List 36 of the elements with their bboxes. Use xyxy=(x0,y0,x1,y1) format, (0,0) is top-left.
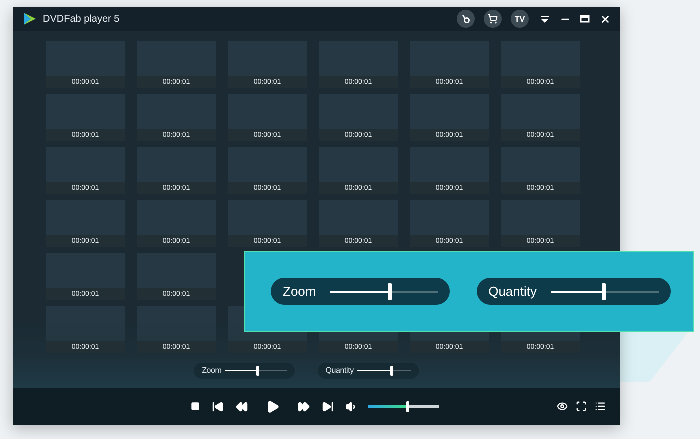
list-icon xyxy=(595,401,606,412)
fullscreen-icon xyxy=(576,401,587,412)
slider-thumb[interactable] xyxy=(406,401,410,412)
slider[interactable] xyxy=(551,283,659,300)
previous-icon xyxy=(212,400,224,412)
cart-icon xyxy=(488,14,498,24)
eye-icon xyxy=(557,401,568,412)
slider-thumb[interactable] xyxy=(388,283,392,300)
slider-thumb[interactable] xyxy=(256,366,260,376)
fullscreen-button[interactable] xyxy=(574,399,589,414)
mini-slider[interactable] xyxy=(224,366,287,376)
close-icon xyxy=(600,14,610,24)
cart-button[interactable] xyxy=(484,10,502,28)
maximize-icon xyxy=(580,15,590,23)
play-icon xyxy=(266,400,280,414)
next-icon xyxy=(322,400,334,412)
volume-icon xyxy=(346,400,358,412)
slider-label: Quantity xyxy=(488,284,537,299)
slider-label: Zoom xyxy=(202,366,222,375)
fast-forward-icon xyxy=(298,400,310,412)
tv-button[interactable]: TV xyxy=(511,10,529,28)
rewind-icon xyxy=(236,400,248,412)
slider[interactable] xyxy=(330,283,438,300)
window-title: DVDFab player 5 xyxy=(43,14,121,24)
slider-thumb[interactable] xyxy=(390,366,394,376)
key-button[interactable] xyxy=(457,10,475,28)
slider-label: Quantity xyxy=(326,366,354,375)
key-icon xyxy=(461,14,471,24)
dropdown-icon xyxy=(540,14,550,24)
stop-button[interactable] xyxy=(189,400,202,413)
play-logo-icon xyxy=(23,12,37,26)
mini-slider[interactable] xyxy=(356,366,411,376)
slider-thumb[interactable] xyxy=(602,283,606,300)
stop-icon xyxy=(191,402,200,411)
volume-slider[interactable] xyxy=(368,401,439,412)
slider-label: Zoom xyxy=(283,284,316,299)
